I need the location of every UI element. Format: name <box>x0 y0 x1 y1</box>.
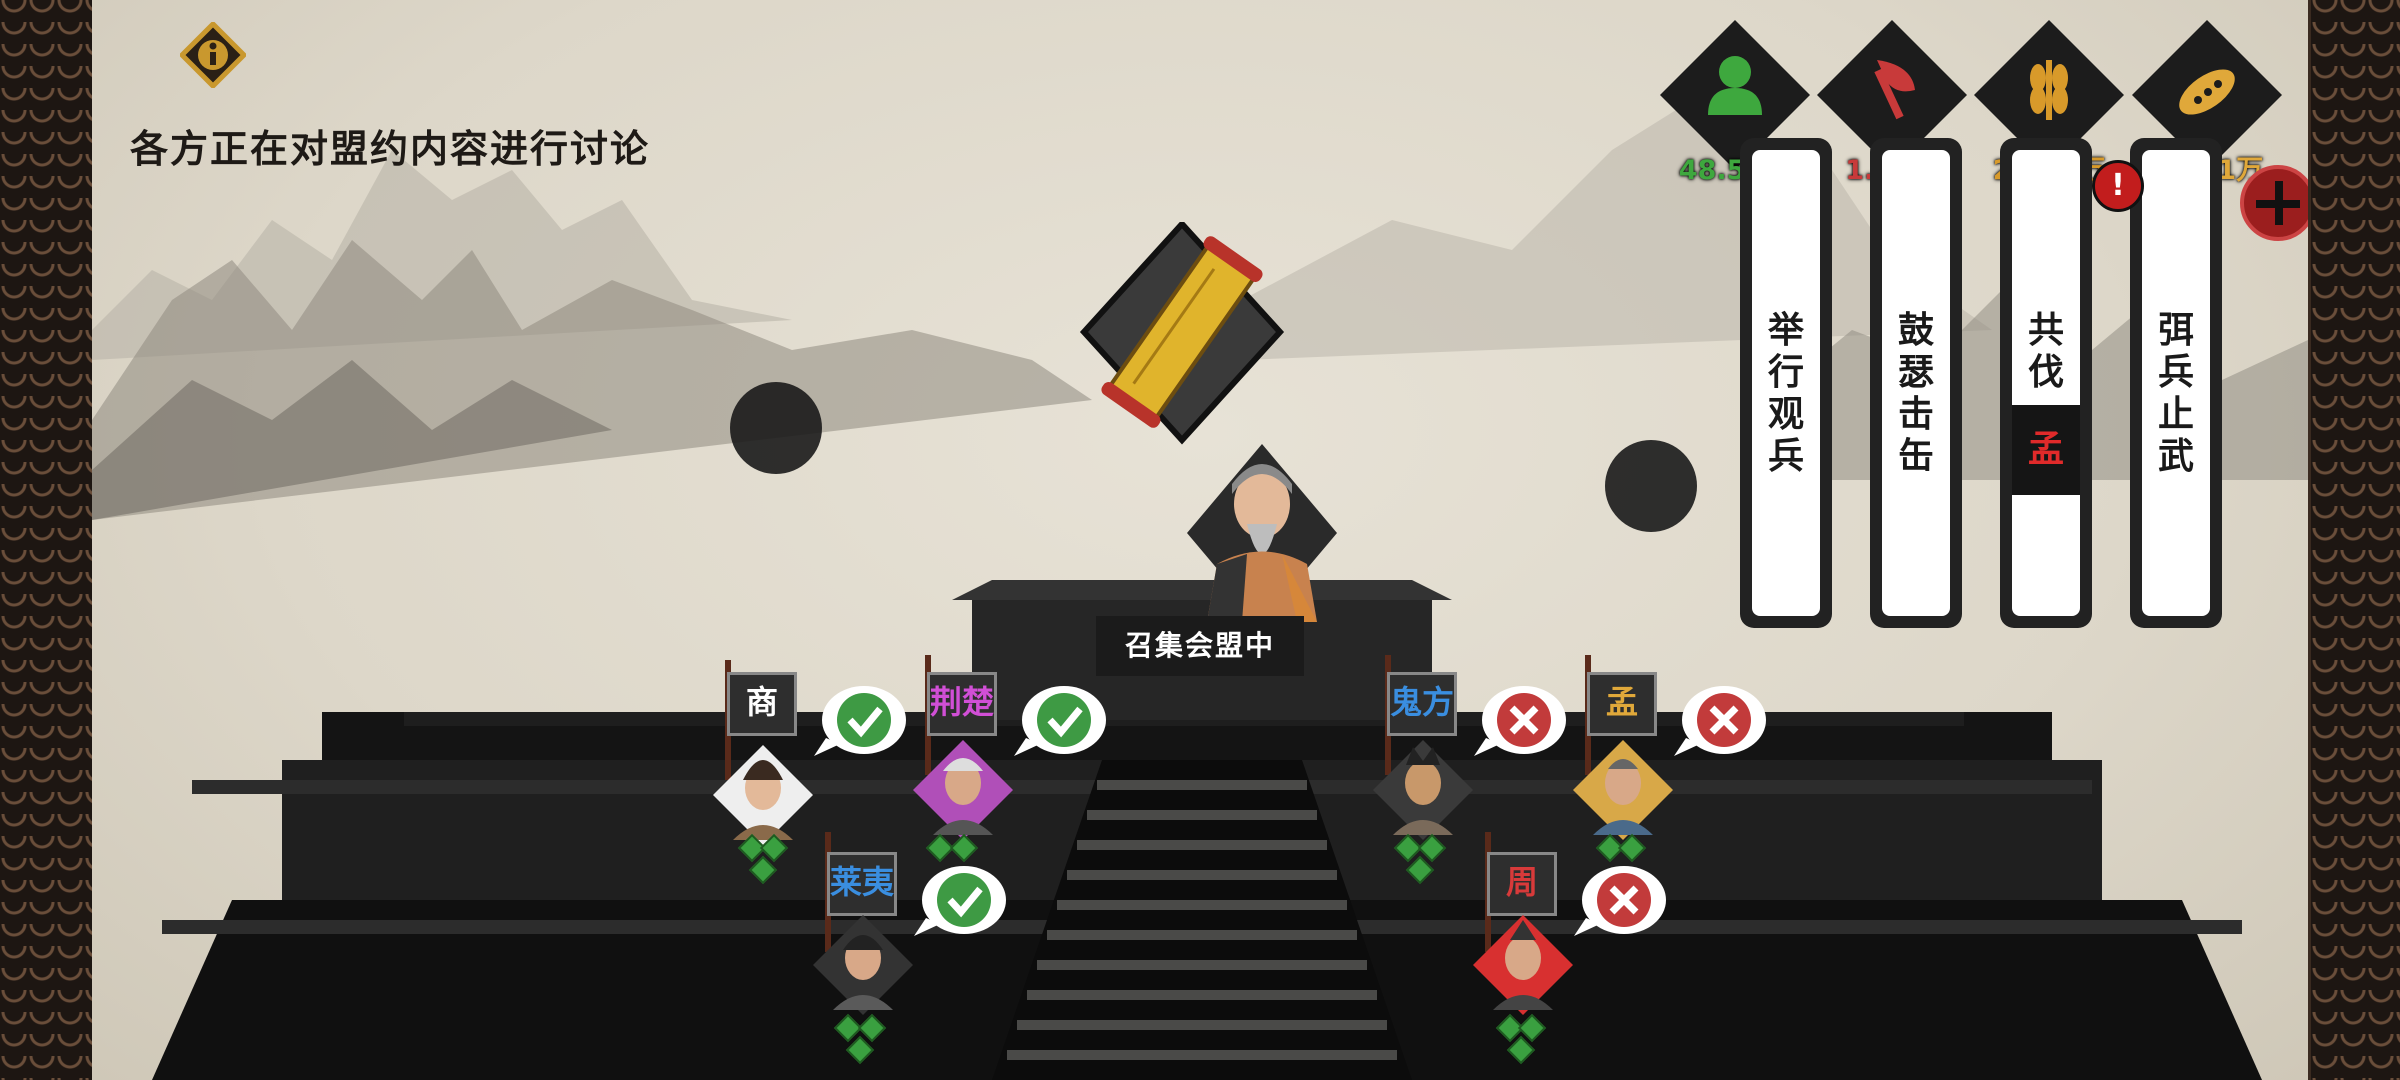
agree-check-icon <box>814 686 906 756</box>
card-char: 伐 <box>2027 352 2064 393</box>
shang-leader-portrait[interactable] <box>708 740 818 850</box>
agree-check-icon <box>914 866 1006 936</box>
meng-leader-portrait[interactable] <box>1568 735 1678 845</box>
negotiation-status-text: 各方正在对盟约内容进行讨论 <box>130 127 651 171</box>
card-char: 行 <box>1767 352 1804 393</box>
alert-icon: ! <box>2092 160 2144 212</box>
guifang-leader-portrait[interactable] <box>1368 735 1478 845</box>
scroll-icon[interactable] <box>1072 222 1292 472</box>
summoning-alliance-label: 召集会盟中 <box>1096 616 1304 676</box>
game-scene: 各方正在对盟约内容进行讨论 召集会盟中 48.50万 举 行 观 兵 鼓 瑟 击… <box>92 0 2308 1080</box>
add-proposal-button[interactable] <box>2240 165 2308 241</box>
info-icon[interactable] <box>180 22 246 88</box>
faction-flag-laiyi: 莱夷 <box>827 852 897 916</box>
jingchu-leader-portrait[interactable] <box>908 735 1018 845</box>
proposal-card-music-feast[interactable]: 鼓 瑟 击 缶 <box>1870 138 1962 628</box>
card-char: 兵 <box>2157 352 2194 393</box>
zhou-leader-portrait[interactable] <box>1468 910 1578 1020</box>
faction-flag-shang: 商 <box>727 672 797 736</box>
card-char: 武 <box>2157 436 2194 477</box>
reject-cross-icon <box>1674 686 1766 756</box>
card-char: 鼓 <box>1897 310 1934 351</box>
proposal-card-ceasefire[interactable]: 弭 兵 止 武 <box>2130 138 2222 628</box>
card-char: 缶 <box>1897 436 1934 477</box>
faction-flag-jingchu: 荆楚 <box>927 672 997 736</box>
card-char: 击 <box>1897 394 1934 435</box>
card-char: 观 <box>1767 394 1804 435</box>
card-char: 共 <box>2027 310 2064 351</box>
card-char: 瑟 <box>1897 352 1934 393</box>
reject-cross-icon <box>1574 866 1666 936</box>
faction-flag-guifang: 鬼方 <box>1387 672 1457 736</box>
right-border-frame <box>2308 0 2400 1080</box>
card-char: 兵 <box>1767 436 1804 477</box>
laiyi-leader-portrait[interactable] <box>808 910 918 1020</box>
reject-cross-icon <box>1474 686 1566 756</box>
lord-portrait <box>1187 444 1337 622</box>
card-char: 举 <box>1767 310 1804 351</box>
card-char: 弭 <box>2157 310 2194 351</box>
agree-check-icon <box>1014 686 1106 756</box>
proposal-card-military-parade[interactable]: 举 行 观 兵 <box>1740 138 1832 628</box>
target-faction-name: 孟 <box>2027 429 2064 470</box>
left-border-frame <box>0 0 95 1080</box>
proposal-card-joint-attack[interactable]: 共 伐 孟 <box>2000 138 2092 628</box>
faction-flag-meng: 孟 <box>1587 672 1657 736</box>
faction-flag-zhou: 周 <box>1487 852 1557 916</box>
card-char: 止 <box>2157 394 2194 435</box>
